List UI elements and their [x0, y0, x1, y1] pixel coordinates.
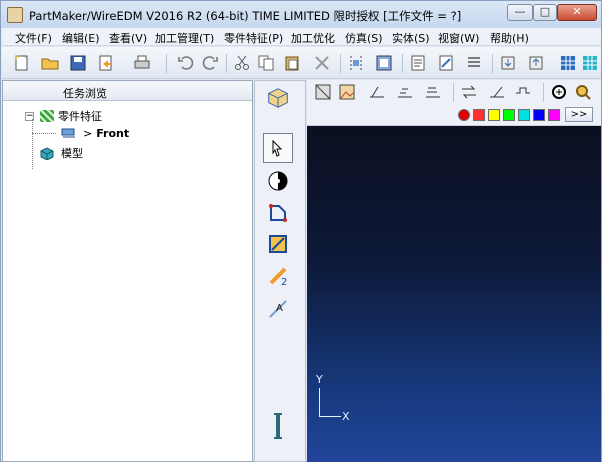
minimize-button[interactable]: — — [507, 4, 533, 21]
color-grid-icon[interactable] — [580, 53, 600, 73]
y-axis-line — [319, 388, 320, 416]
toolbar-separator — [543, 83, 544, 102]
x-axis-label: X — [342, 410, 350, 423]
title-bar: PartMaker/WireEDM V2016 R2 (64-bit) TIME… — [1, 1, 601, 28]
more-colors-button[interactable]: >> — [565, 107, 593, 122]
toolbar-separator — [453, 83, 454, 102]
color-swatch-red-dot[interactable] — [458, 109, 470, 121]
panel-header: 任务浏览 — [3, 81, 252, 101]
tool-3-icon[interactable] — [423, 82, 443, 102]
edge-icon[interactable] — [487, 82, 507, 102]
import-icon[interactable] — [498, 53, 518, 73]
open-folder-icon[interactable] — [40, 53, 60, 73]
menu-part-features[interactable]: 零件特征(P) — [224, 30, 283, 46]
application-window: PartMaker/WireEDM V2016 R2 (64-bit) TIME… — [0, 0, 602, 462]
tree-item-prefix: > — [83, 126, 93, 140]
task-browser-panel: 任务浏览 − 零件特征 > Front 模型 — [2, 80, 253, 462]
edit-document-icon[interactable] — [436, 53, 456, 73]
image-view-icon[interactable] — [337, 82, 357, 102]
menu-machining-management[interactable]: 加工管理(T) — [155, 30, 214, 46]
tree-item-label: 零件特征 — [58, 110, 102, 123]
panel-title: 任务浏览 — [63, 87, 107, 100]
tree-item-model[interactable]: 模型 — [39, 144, 83, 162]
align-icon[interactable] — [346, 53, 366, 73]
x-axis-line — [319, 416, 341, 417]
toolbar-separator — [166, 54, 167, 73]
cut-icon[interactable] — [232, 53, 252, 73]
undo-icon[interactable] — [176, 53, 196, 73]
drawing-tools-strip: 2 A — [254, 80, 306, 462]
paste-icon[interactable] — [282, 53, 302, 73]
color-swatch-red[interactable] — [473, 109, 485, 121]
profile-icon[interactable] — [513, 82, 533, 102]
export-icon[interactable] — [96, 53, 116, 73]
menu-solid[interactable]: 实体(S) — [392, 30, 430, 46]
document-icon[interactable] — [408, 53, 428, 73]
tool-1-icon[interactable] — [367, 82, 387, 102]
color-swatch-green[interactable] — [503, 109, 515, 121]
swap-icon[interactable] — [459, 82, 479, 102]
color-wheel-icon[interactable] — [263, 166, 293, 196]
redo-icon[interactable] — [200, 53, 220, 73]
menu-help[interactable]: 帮助(H) — [490, 30, 529, 46]
measure-icon[interactable]: 2 — [263, 261, 293, 291]
vertical-bar-icon[interactable] — [263, 411, 293, 441]
close-button[interactable]: ✕ — [557, 4, 597, 21]
copy-icon[interactable] — [256, 53, 276, 73]
toolbar-separator — [226, 54, 227, 73]
y-axis-label: Y — [316, 373, 323, 386]
tree-item-part-features[interactable]: − 零件特征 — [25, 107, 102, 125]
3d-box-icon[interactable] — [263, 83, 293, 113]
rectangle-icon[interactable] — [263, 229, 293, 259]
menu-file[interactable]: 文件(F) — [15, 30, 52, 46]
main-toolbar — [2, 47, 601, 79]
app-icon — [7, 7, 23, 23]
frame-icon[interactable] — [374, 53, 394, 73]
delete-icon[interactable] — [312, 53, 332, 73]
color-swatch-yellow[interactable] — [488, 109, 500, 121]
3d-viewport[interactable]: Y X — [307, 126, 601, 462]
color-swatch-blue[interactable] — [533, 109, 545, 121]
export-2-icon[interactable] — [526, 53, 546, 73]
menu-machining-optimization[interactable]: 加工优化 — [291, 30, 335, 46]
menu-edit[interactable]: 编辑(E) — [62, 30, 100, 46]
print-icon[interactable] — [132, 53, 152, 73]
toolbar-separator — [402, 54, 403, 73]
toolbar-separator — [340, 54, 341, 73]
tree-item-label: 模型 — [61, 147, 83, 160]
view-toolbar: >> — [307, 80, 601, 126]
tree-item-label: Front — [96, 126, 130, 140]
text-icon[interactable]: A — [263, 293, 293, 323]
tree-connector — [32, 133, 56, 134]
menu-view[interactable]: 查看(V) — [109, 30, 147, 46]
feature-stack-icon — [40, 110, 54, 122]
color-swatch-cyan[interactable] — [518, 109, 530, 121]
color-swatch-magenta[interactable] — [548, 109, 560, 121]
polyline-icon[interactable] — [263, 198, 293, 228]
zoom-fit-icon[interactable] — [549, 82, 569, 102]
tool-2-icon[interactable] — [395, 82, 415, 102]
search-zoom-icon[interactable] — [573, 82, 593, 102]
select-arrow-icon[interactable] — [263, 133, 293, 163]
menu-window[interactable]: 视窗(W) — [438, 30, 479, 46]
maximize-button[interactable]: □ — [533, 4, 557, 21]
grid-icon[interactable] — [558, 53, 578, 73]
menu-bar: 文件(F) 编辑(E) 查看(V) 加工管理(T) 零件特征(P) 加工优化 仿… — [2, 28, 601, 46]
svg-text:2: 2 — [281, 277, 287, 287]
model-icon — [39, 146, 55, 161]
window-title: PartMaker/WireEDM V2016 R2 (64-bit) TIME… — [29, 9, 462, 23]
svg-text:A: A — [276, 303, 283, 314]
tree-item-front[interactable]: > Front — [61, 124, 129, 142]
menu-simulation[interactable]: 仿真(S) — [345, 30, 383, 46]
list-icon[interactable] — [464, 53, 484, 73]
3d-view-icon[interactable] — [313, 82, 333, 102]
save-icon[interactable] — [68, 53, 88, 73]
toolbar-separator — [492, 54, 493, 73]
tool-path-icon — [61, 127, 77, 139]
new-file-icon[interactable] — [12, 53, 32, 73]
tree-connector — [32, 119, 33, 169]
